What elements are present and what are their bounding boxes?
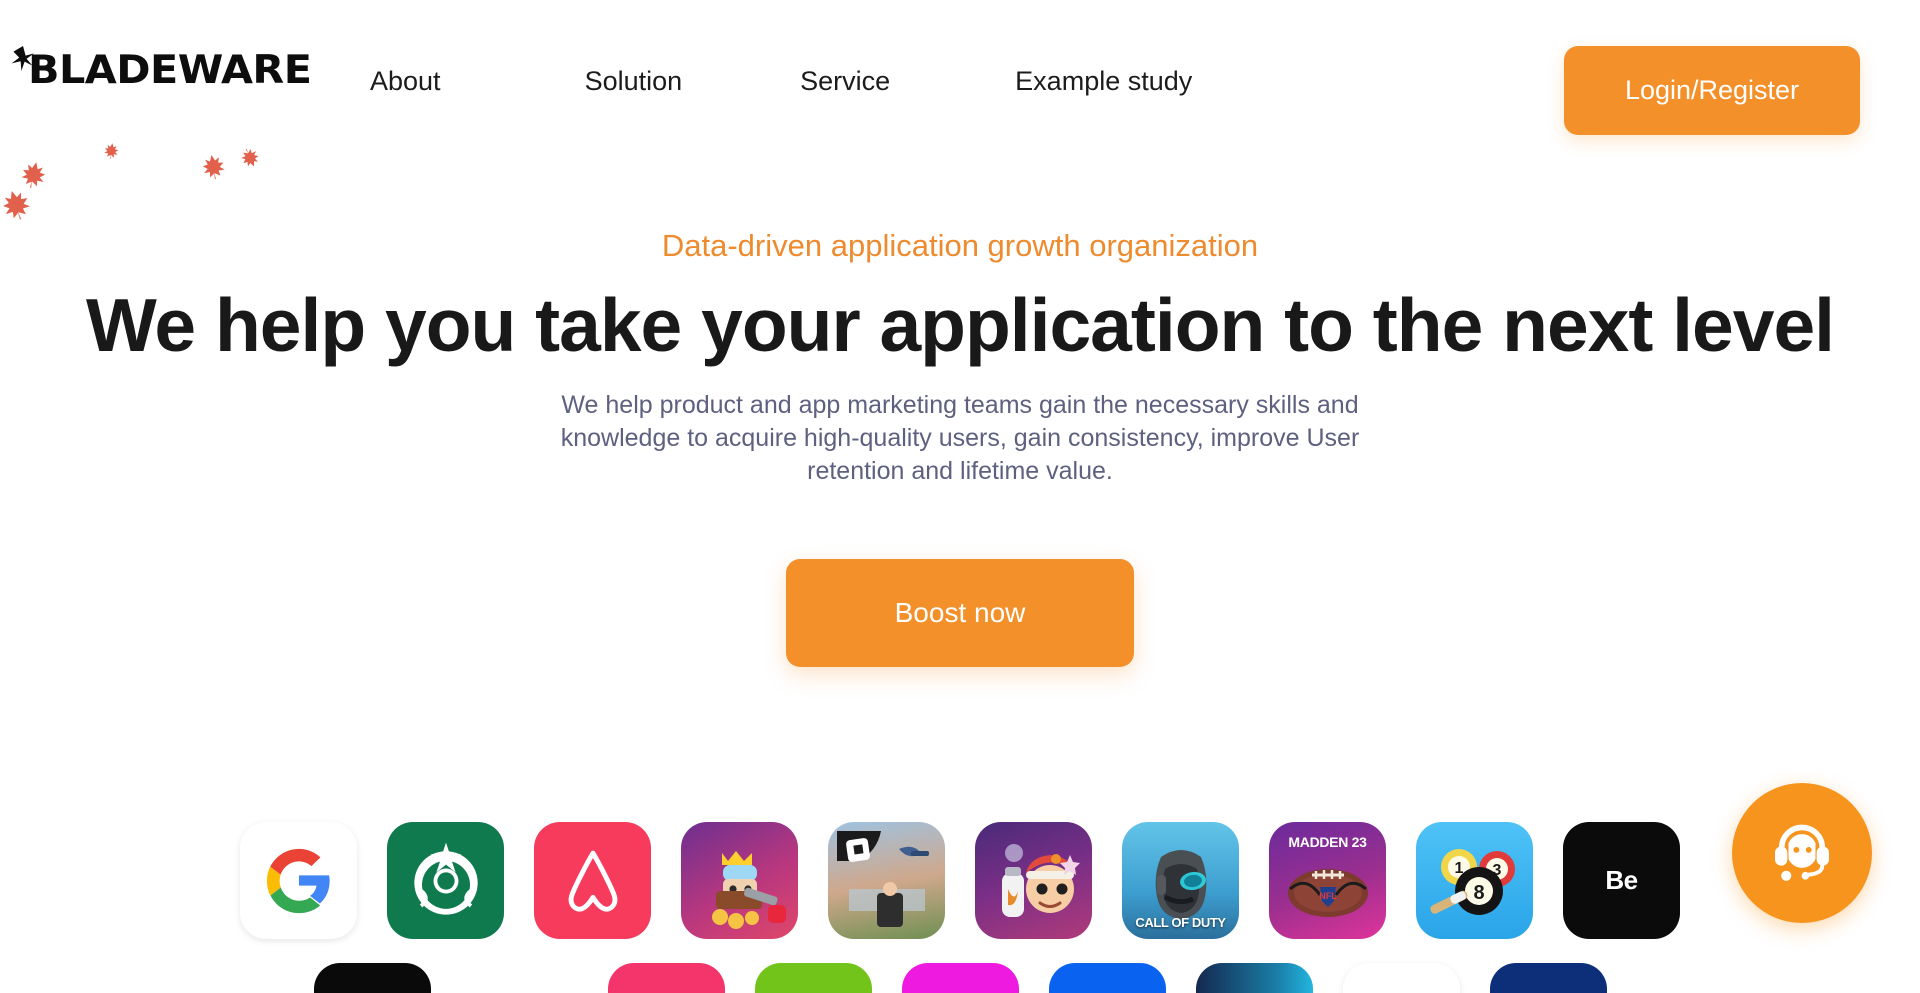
madden-label: MADDEN 23	[1288, 834, 1367, 850]
app-icon-teal[interactable]	[1195, 963, 1313, 993]
logo-row-1: CALL OF DUTY NFL MADDEN 23 1 3 8 Be	[0, 822, 1920, 939]
survivor-character-icon	[681, 822, 798, 939]
landing-page: BLADEWARE About Solution Service Example…	[0, 0, 1920, 993]
app-icon-call-of-duty[interactable]: CALL OF DUTY	[1122, 822, 1239, 939]
app-icon-black[interactable]	[313, 963, 431, 993]
google-icon	[240, 822, 357, 939]
logo-row-2	[0, 963, 1920, 993]
app-icon-8-ball-pool[interactable]: 1 3 8	[1416, 822, 1533, 939]
brand-logo[interactable]: BLADEWARE	[8, 46, 312, 104]
app-icon-be[interactable]: Be	[1563, 822, 1680, 939]
call-of-duty-label: CALL OF DUTY	[1135, 915, 1226, 930]
app-icon-magenta[interactable]	[901, 963, 1019, 993]
airbnb-icon	[534, 822, 651, 939]
app-icon-pink[interactable]	[607, 963, 725, 993]
subway-surfers-icon	[975, 822, 1092, 939]
hero-subtitle: We help product and app marketing teams …	[560, 391, 1360, 485]
nav-item-example-study[interactable]: Example study	[1015, 62, 1192, 100]
nav-item-solution[interactable]: Solution	[585, 62, 683, 100]
app-icon-survivor-io[interactable]	[681, 822, 798, 939]
app-icon-google[interactable]	[240, 822, 357, 939]
nav-item-about[interactable]: About	[370, 62, 441, 100]
nav-item-service[interactable]: Service	[800, 62, 890, 100]
app-icon-blue[interactable]	[1048, 963, 1166, 993]
8-ball-pool-icon: 1 3 8	[1416, 822, 1533, 939]
brand-name: BLADEWARE	[28, 48, 312, 93]
hero-section: Data-driven application growth organizat…	[0, 225, 1920, 667]
svg-text:8: 8	[1473, 882, 1484, 904]
be-app-icon: Be	[1605, 865, 1638, 895]
app-icon-madden-nfl-23[interactable]: NFL MADDEN 23	[1269, 822, 1386, 939]
starbucks-icon	[387, 822, 504, 939]
app-icon-white-red[interactable]	[1342, 963, 1460, 993]
boost-now-button[interactable]: Boost now	[786, 559, 1134, 667]
hero-headline: We help you take your application to the…	[85, 283, 1835, 367]
support-chat-button[interactable]	[1732, 783, 1872, 923]
red-dot-icon	[1343, 963, 1460, 993]
app-icon-amber[interactable]	[460, 963, 578, 993]
app-icon-subway-surfers[interactable]	[975, 822, 1092, 939]
main-navigation: About Solution Service Example study	[370, 62, 1192, 100]
hero-eyebrow: Data-driven application growth organizat…	[661, 228, 1259, 263]
app-icon-green[interactable]	[754, 963, 872, 993]
site-header: BLADEWARE About Solution Service Example…	[0, 0, 1920, 182]
app-icon-airbnb[interactable]	[534, 822, 651, 939]
login-register-button[interactable]: Login/Register	[1564, 46, 1860, 135]
roblox-icon	[828, 822, 945, 939]
app-icon-navy[interactable]	[1489, 963, 1607, 993]
client-logo-marquee: CALL OF DUTY NFL MADDEN 23 1 3 8 Be	[0, 822, 1920, 993]
app-icon-starbucks[interactable]	[387, 822, 504, 939]
app-icon-roblox[interactable]	[828, 822, 945, 939]
headset-support-icon	[1766, 815, 1838, 892]
